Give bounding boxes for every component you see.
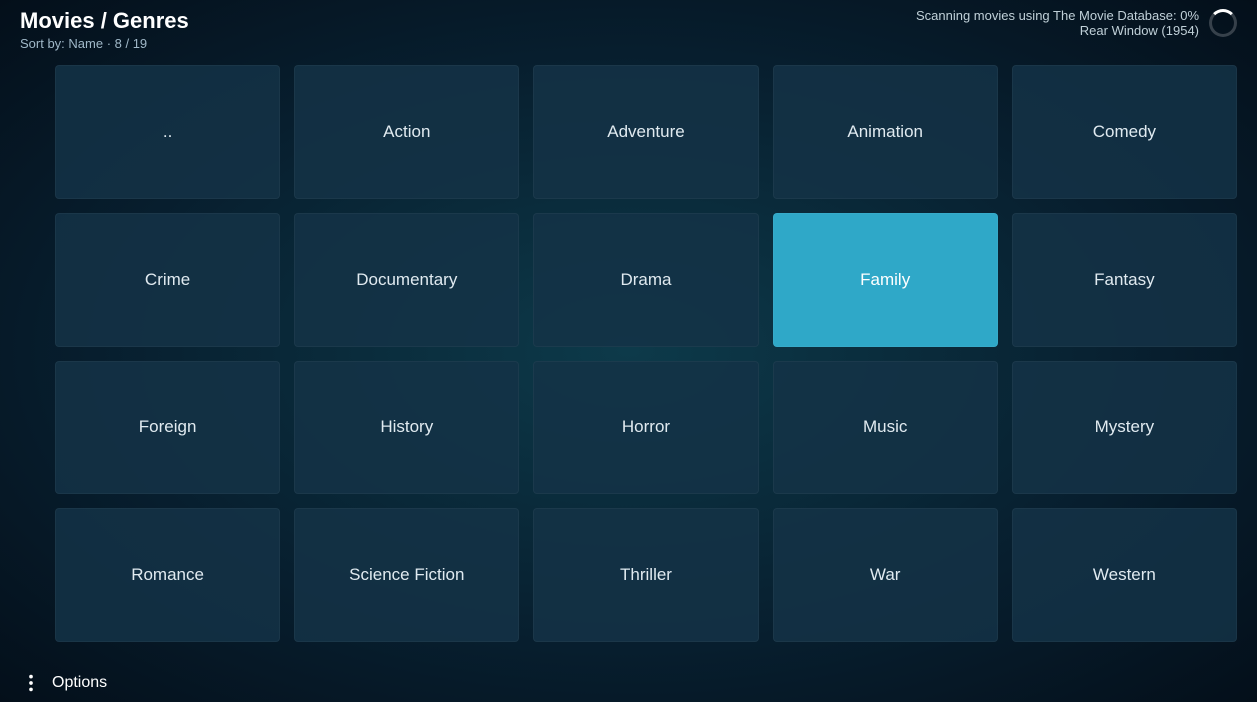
scan-text-line2: Rear Window (1954) xyxy=(916,23,1199,38)
options-label[interactable]: Options xyxy=(52,674,107,692)
genre-item-western[interactable]: Western xyxy=(1012,508,1237,642)
genre-item-action[interactable]: Action xyxy=(294,65,519,199)
genre-item-fantasy[interactable]: Fantasy xyxy=(1012,213,1237,347)
genre-item-music[interactable]: Music xyxy=(773,361,998,495)
genre-item-documentary[interactable]: Documentary xyxy=(294,213,519,347)
genre-item-drama[interactable]: Drama xyxy=(533,213,758,347)
page-title: Movies / Genres xyxy=(20,8,189,34)
genre-item-science-fiction[interactable]: Science Fiction xyxy=(294,508,519,642)
genre-item-dotdot[interactable]: .. xyxy=(55,65,280,199)
genre-item-comedy[interactable]: Comedy xyxy=(1012,65,1237,199)
genre-item-family[interactable]: Family xyxy=(773,213,998,347)
genre-item-horror[interactable]: Horror xyxy=(533,361,758,495)
header: Movies / Genres Sort by: Name · 8 / 19 S… xyxy=(0,0,1257,59)
genre-item-thriller[interactable]: Thriller xyxy=(533,508,758,642)
genre-item-adventure[interactable]: Adventure xyxy=(533,65,758,199)
genre-item-foreign[interactable]: Foreign xyxy=(55,361,280,495)
title-section: Movies / Genres Sort by: Name · 8 / 19 xyxy=(20,8,189,51)
genre-item-history[interactable]: History xyxy=(294,361,519,495)
genre-item-mystery[interactable]: Mystery xyxy=(1012,361,1237,495)
genre-item-crime[interactable]: Crime xyxy=(55,213,280,347)
scan-spinner-icon xyxy=(1209,9,1237,37)
genre-item-war[interactable]: War xyxy=(773,508,998,642)
footer: Options xyxy=(0,664,1257,702)
genre-item-romance[interactable]: Romance xyxy=(55,508,280,642)
scan-text-line1: Scanning movies using The Movie Database… xyxy=(916,8,1199,23)
genre-grid: ..ActionAdventureAnimationComedy CrimeDoc… xyxy=(55,65,1237,642)
sort-info: Sort by: Name · 8 / 19 xyxy=(20,36,189,51)
scan-section: Scanning movies using The Movie Database… xyxy=(916,8,1237,38)
genre-item-animation[interactable]: Animation xyxy=(773,65,998,199)
options-icon xyxy=(20,672,42,694)
